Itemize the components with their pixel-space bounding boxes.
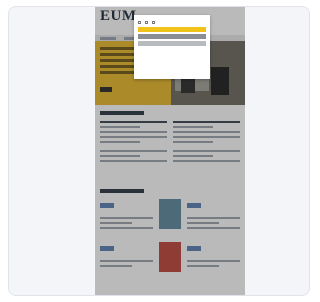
consent-checkbox[interactable] (152, 21, 156, 24)
cookie-consent-dialog (134, 15, 210, 79)
reject-button[interactable] (138, 41, 206, 46)
accept-all-button[interactable] (138, 27, 206, 32)
accept-selected-button[interactable] (138, 34, 206, 39)
consent-checkbox[interactable] (138, 21, 142, 24)
consent-checkbox[interactable] (145, 21, 149, 24)
consent-options (138, 21, 206, 24)
preview-card: EUM (8, 6, 310, 296)
